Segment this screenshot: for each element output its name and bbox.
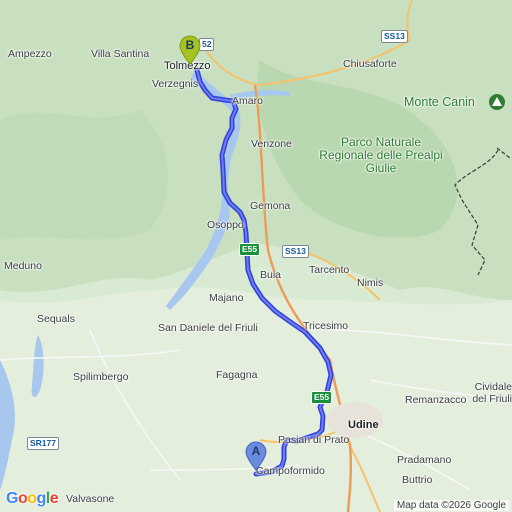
label-pradamano: Pradamano — [397, 454, 452, 466]
label-monte-canin: Monte Canin — [404, 95, 475, 109]
road-shield-52: 52 — [199, 38, 215, 51]
label-fagagna: Fagagna — [216, 369, 258, 381]
road-shield-ss13: SS13 — [381, 30, 408, 43]
label-meduno: Meduno — [4, 260, 42, 272]
map-base — [0, 0, 512, 512]
google-logo: Google — [6, 490, 59, 507]
map-canvas[interactable]: Ampezzo Villa Santina Tolmezzo Verzegnis… — [0, 0, 512, 512]
label-gemona: Gemona — [250, 200, 291, 212]
label-buttrio: Buttrio — [402, 474, 433, 486]
label-tarcento: Tarcento — [309, 264, 350, 276]
label-san-daniele: San Daniele del Friuli — [158, 322, 258, 334]
label-sequals: Sequals — [37, 313, 75, 325]
label-ampezzo: Ampezzo — [8, 48, 52, 60]
label-amaro: Amaro — [232, 95, 263, 107]
route-end-marker[interactable]: B — [179, 35, 201, 65]
label-valvasone: Valvasone — [66, 493, 115, 505]
label-tricesimo: Tricesimo — [303, 320, 349, 332]
label-buia: Buia — [260, 269, 282, 281]
label-spilimbergo: Spilimbergo — [73, 371, 129, 383]
route-start-marker[interactable]: A — [245, 441, 267, 471]
label-udine: Udine — [348, 419, 379, 431]
label-chiusaforte: Chiusaforte — [343, 58, 397, 70]
end-marker-label: B — [185, 38, 195, 52]
label-pasian: Pasian di Prato — [278, 434, 350, 446]
road-shield-sr177: SR177 — [27, 437, 59, 450]
label-park: Parco Naturale Regionale delle Prealpi G… — [319, 135, 443, 175]
start-marker-label: A — [251, 444, 261, 458]
label-nimis: Nimis — [357, 277, 384, 289]
road-shield-e55-udine: E55 — [311, 391, 333, 404]
label-verzegnis: Verzegnis — [152, 78, 199, 90]
label-remanzacco: Remanzacco — [405, 394, 467, 406]
label-venzone: Venzone — [251, 138, 292, 150]
map-attribution: Map data ©2026 Google — [393, 500, 509, 511]
label-osoppo: Osoppo — [207, 219, 244, 231]
label-villa-santina: Villa Santina — [91, 48, 150, 60]
label-cividale: Cividale del Friuli — [472, 381, 512, 405]
road-shield-e55-osoppo: E55 — [239, 243, 261, 256]
road-shield-ss13-mid: SS13 — [282, 245, 309, 258]
label-majano: Majano — [209, 292, 244, 304]
